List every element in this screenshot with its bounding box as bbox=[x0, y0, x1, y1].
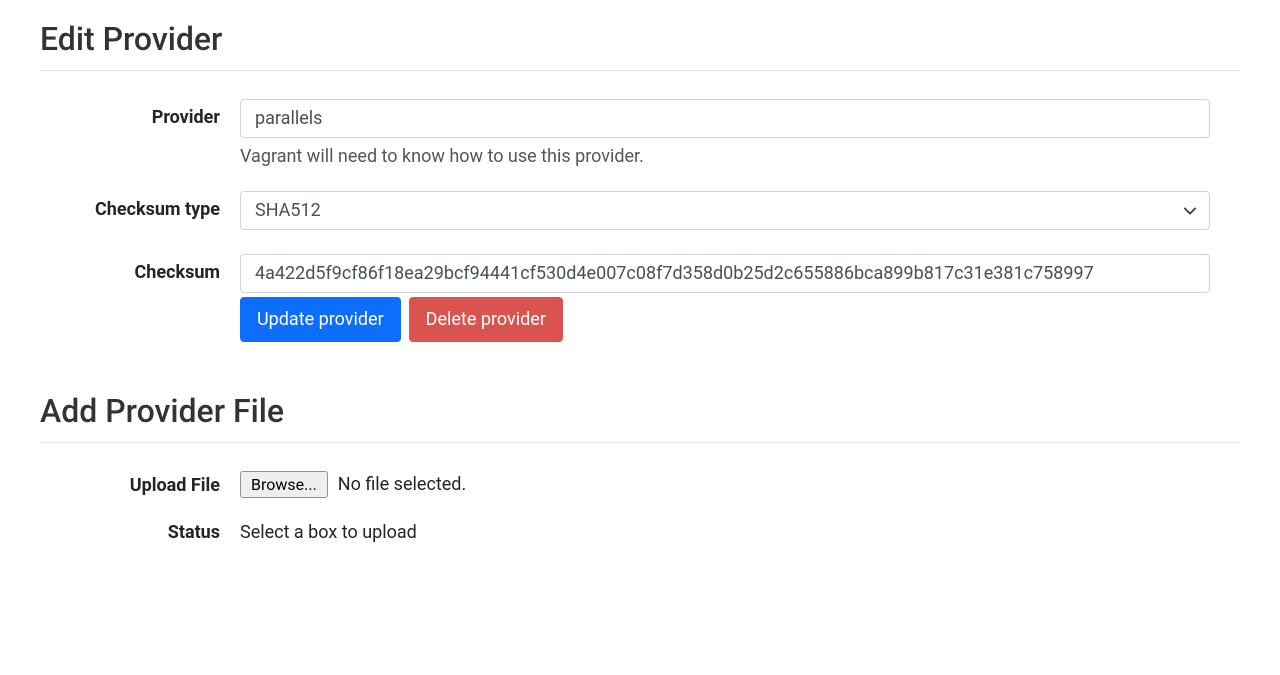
divider bbox=[40, 70, 1240, 71]
checksum-type-label: Checksum type bbox=[40, 191, 240, 220]
upload-file-label: Upload File bbox=[40, 471, 240, 496]
checksum-input[interactable] bbox=[240, 254, 1210, 293]
browse-button[interactable]: Browse... bbox=[240, 471, 328, 498]
file-selected-text: No file selected. bbox=[338, 474, 466, 495]
provider-label: Provider bbox=[40, 99, 240, 128]
provider-input[interactable] bbox=[240, 99, 1210, 138]
checksum-label: Checksum bbox=[40, 254, 240, 283]
divider bbox=[40, 442, 1240, 443]
add-provider-file-heading: Add Provider File bbox=[40, 392, 1240, 430]
edit-provider-heading: Edit Provider bbox=[40, 20, 1240, 58]
update-provider-button[interactable]: Update provider bbox=[240, 297, 401, 342]
delete-provider-button[interactable]: Delete provider bbox=[409, 297, 563, 342]
status-label: Status bbox=[40, 522, 240, 543]
provider-help-text: Vagrant will need to know how to use thi… bbox=[240, 146, 1210, 167]
checksum-type-select[interactable]: SHA512 bbox=[240, 191, 1210, 230]
status-text: Select a box to upload bbox=[240, 522, 1210, 543]
